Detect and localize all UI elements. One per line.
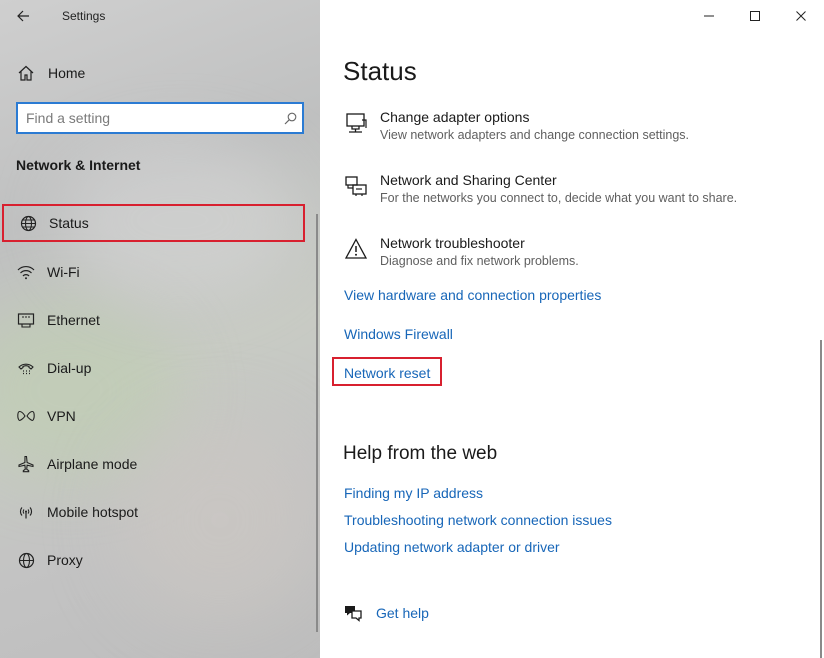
main-scrollbar[interactable]	[820, 340, 822, 658]
search-box[interactable]	[16, 102, 304, 134]
monitor-icon	[343, 110, 369, 136]
sidebar-item-wifi[interactable]: Wi-Fi	[0, 252, 310, 292]
troubleshooting-connection-link[interactable]: Troubleshooting network connection issue…	[344, 512, 612, 528]
sidebar-item-status[interactable]: Status	[2, 204, 305, 242]
dialup-icon	[15, 357, 37, 379]
windows-firewall-link[interactable]: Windows Firewall	[344, 326, 453, 342]
close-button[interactable]	[778, 0, 824, 32]
get-help-label: Get help	[376, 605, 429, 621]
sidebar-item-mobile-hotspot[interactable]: Mobile hotspot	[0, 492, 310, 532]
back-arrow-icon	[17, 10, 29, 22]
row-title: Network and Sharing Center	[380, 172, 557, 188]
main-pane: Status Change adapter options View netwo…	[320, 0, 824, 658]
wifi-icon	[15, 261, 37, 283]
sidebar-item-home[interactable]: Home	[0, 56, 310, 90]
row-description: View network adapters and change connect…	[380, 128, 689, 142]
network-troubleshooter-item[interactable]: Network troubleshooter Diagnose and fix …	[343, 234, 803, 278]
chat-help-icon	[342, 602, 364, 624]
sidebar-item-label: Dial-up	[47, 360, 92, 376]
search-input[interactable]	[18, 110, 278, 126]
search-icon[interactable]	[278, 112, 302, 125]
window-controls	[686, 0, 824, 32]
home-icon	[15, 62, 37, 84]
sidebar-item-label: Proxy	[47, 552, 83, 568]
help-section-title: Help from the web	[343, 443, 498, 464]
app-title: Settings	[62, 9, 106, 23]
sidebar-item-ethernet[interactable]: Ethernet	[0, 300, 310, 340]
vpn-icon	[15, 405, 37, 427]
sidebar-item-label: Ethernet	[47, 312, 100, 328]
globe-icon	[17, 212, 39, 234]
row-title: Network troubleshooter	[380, 235, 525, 251]
maximize-button[interactable]	[732, 0, 778, 32]
row-title: Change adapter options	[380, 109, 530, 125]
hotspot-icon	[15, 501, 37, 523]
sidebar-item-label: Status	[49, 215, 89, 231]
view-hardware-properties-link[interactable]: View hardware and connection properties	[344, 287, 601, 303]
back-button[interactable]	[10, 4, 36, 28]
change-adapter-options-item[interactable]: Change adapter options View network adap…	[343, 108, 803, 152]
minimize-icon	[704, 15, 714, 17]
finding-ip-address-link[interactable]: Finding my IP address	[344, 485, 483, 501]
network-sharing-center-item[interactable]: Network and Sharing Center For the netwo…	[343, 171, 803, 215]
sidebar-item-label: Mobile hotspot	[47, 504, 139, 520]
sidebar: Settings Home Network & Internet Status	[0, 0, 320, 658]
globe-icon	[15, 549, 37, 571]
get-help-link[interactable]: Get help	[342, 600, 429, 626]
network-reset-link[interactable]: Network reset	[344, 365, 430, 381]
sidebar-item-proxy[interactable]: Proxy	[0, 540, 310, 580]
sidebar-item-airplane-mode[interactable]: Airplane mode	[0, 444, 310, 484]
title-bar: Settings	[0, 0, 320, 32]
row-description: For the networks you connect to, decide …	[380, 191, 738, 205]
sidebar-item-label: Wi-Fi	[47, 264, 80, 280]
ethernet-icon	[15, 309, 37, 331]
sidebar-item-vpn[interactable]: VPN	[0, 396, 310, 436]
sidebar-item-label: Airplane mode	[47, 456, 138, 472]
sidebar-item-dialup[interactable]: Dial-up	[0, 348, 310, 388]
sharing-icon	[343, 173, 369, 199]
sidebar-item-label: VPN	[47, 408, 76, 424]
page-title: Status	[343, 56, 417, 86]
sidebar-scrollbar[interactable]	[316, 214, 318, 632]
warning-icon	[343, 236, 369, 262]
section-title: Network & Internet	[16, 157, 141, 173]
updating-adapter-driver-link[interactable]: Updating network adapter or driver	[344, 539, 560, 555]
close-icon	[796, 11, 806, 21]
airplane-icon	[15, 453, 37, 475]
row-description: Diagnose and fix network problems.	[380, 254, 579, 268]
maximize-icon	[750, 11, 760, 21]
sidebar-item-label: Home	[48, 65, 86, 81]
minimize-button[interactable]	[686, 0, 732, 32]
